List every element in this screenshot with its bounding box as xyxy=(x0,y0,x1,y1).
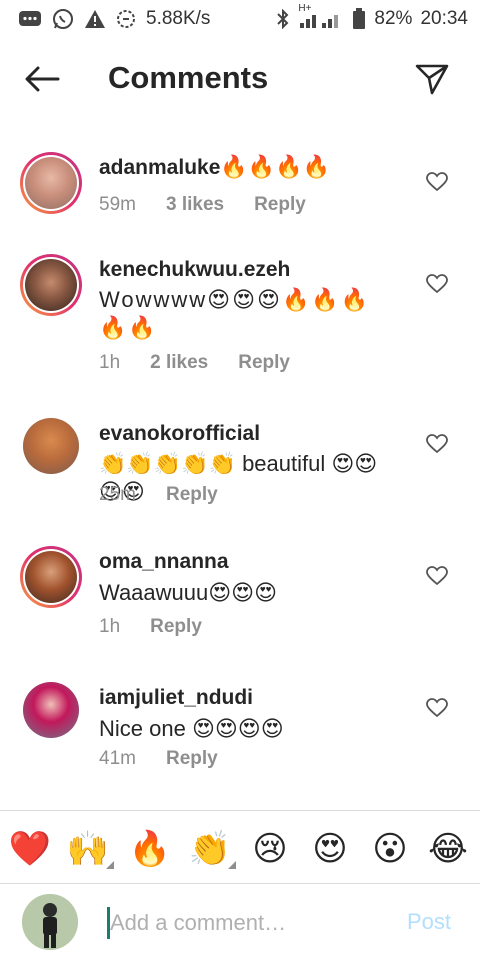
reaction-surprised-button[interactable]: 😮 xyxy=(368,827,412,871)
reaction-laugh-button[interactable]: 😂 xyxy=(426,827,470,871)
reply-button[interactable]: Reply xyxy=(166,484,218,506)
comment-time: 1h xyxy=(99,616,121,637)
clapping-hands-icon: 👏 xyxy=(188,830,232,868)
post-button[interactable]: Post xyxy=(407,909,451,935)
comment-composer: Post xyxy=(0,885,480,960)
comment-text: Wowwww😍😍😍🔥🔥🔥🔥🔥 xyxy=(99,287,371,340)
status-right-icons: H+ 82% 20:34 xyxy=(276,3,468,30)
header: Comments xyxy=(0,48,480,110)
avatar[interactable] xyxy=(20,152,82,214)
person-silhouette-icon xyxy=(22,894,78,950)
raised-hands-icon: 🙌 xyxy=(66,830,110,868)
avatar[interactable] xyxy=(23,418,79,474)
comment-time: 41m xyxy=(99,748,136,769)
comment-meta: 59m 3 likes Reply xyxy=(99,194,336,216)
reply-button[interactable]: Reply xyxy=(166,748,218,770)
bluetooth-icon xyxy=(276,9,290,29)
comment-input[interactable] xyxy=(110,905,390,941)
back-button[interactable] xyxy=(22,62,62,96)
comment-time: 59m xyxy=(99,194,136,215)
reaction-raised-hands-button[interactable]: 🙌 xyxy=(66,827,114,871)
comment-text-block: kenechukwuu.ezeh Wowwww😍😍😍🔥🔥🔥🔥🔥 xyxy=(99,254,389,345)
comment-meta: 1h 2 likes Reply xyxy=(99,352,320,374)
my-avatar xyxy=(22,894,78,950)
signal-icon: H+ xyxy=(298,3,344,29)
paper-plane-icon xyxy=(415,64,449,95)
clock: 20:34 xyxy=(420,8,468,29)
comment-time: 1h xyxy=(99,352,121,373)
like-heart-icon[interactable] xyxy=(426,274,448,294)
comment-meta: 41m Reply xyxy=(99,748,248,770)
page-title: Comments xyxy=(108,60,269,95)
reply-button[interactable]: Reply xyxy=(150,616,202,638)
whatsapp-icon xyxy=(52,8,74,30)
network-type: H+ xyxy=(298,3,312,14)
like-heart-icon[interactable] xyxy=(426,566,448,586)
comment-likes[interactable]: 2 likes xyxy=(150,352,208,374)
battery-level: 82% xyxy=(374,8,413,29)
comment-likes[interactable]: 3 likes xyxy=(166,194,224,216)
comment-text: Waaawuuu😍😍😍 xyxy=(99,580,278,605)
reply-button[interactable]: Reply xyxy=(238,352,290,374)
avatar[interactable] xyxy=(20,254,82,316)
comment-username[interactable]: evanokorofficial xyxy=(99,422,260,445)
reaction-clap-button[interactable]: 👏 xyxy=(188,827,236,871)
message-icon xyxy=(18,9,42,29)
comment-username[interactable]: oma_nnanna xyxy=(99,550,229,573)
comment-username[interactable]: kenechukwuu.ezeh xyxy=(99,258,290,281)
comment-username[interactable]: iamjuliet_ndudi xyxy=(99,686,253,709)
like-heart-icon[interactable] xyxy=(426,172,448,192)
arrow-left-icon xyxy=(25,66,60,92)
comment-username[interactable]: adanmaluke xyxy=(99,156,220,179)
reply-button[interactable]: Reply xyxy=(254,194,306,216)
comment-time: 25m xyxy=(99,484,136,505)
share-button[interactable] xyxy=(412,60,452,98)
status-bar: 5.88K/s H+ 82% 20:34 xyxy=(0,0,480,38)
status-left-icons: 5.88K/s xyxy=(18,8,210,30)
quick-reaction-bar: ❤️ 🙌 🔥 👏 😢 😍 😮 😂 xyxy=(0,810,480,884)
comment-text: Nice one 😍😍😍😍 xyxy=(99,716,284,741)
comment-text-block: oma_nnanna Waaawuuu😍😍😍 xyxy=(99,546,399,610)
like-heart-icon[interactable] xyxy=(426,434,448,454)
avatar[interactable] xyxy=(20,546,82,608)
comment-text: 🔥🔥🔥🔥 xyxy=(220,154,330,179)
comment-text-block: adanmaluke 🔥🔥🔥🔥 xyxy=(99,152,399,184)
warning-icon xyxy=(84,9,106,29)
network-speed: 5.88K/s xyxy=(146,8,211,29)
reaction-heart-button[interactable]: ❤️ xyxy=(8,827,52,871)
data-saver-icon xyxy=(116,9,136,29)
avatar[interactable] xyxy=(23,682,79,738)
comment-meta: 1h Reply xyxy=(99,616,232,638)
reaction-fire-button[interactable]: 🔥 xyxy=(128,827,172,871)
battery-icon xyxy=(352,8,366,30)
reaction-heart-eyes-button[interactable]: 😍 xyxy=(308,827,352,871)
comment-meta: 25m Reply xyxy=(99,484,248,506)
reaction-sad-button[interactable]: 😢 xyxy=(248,827,292,871)
comment-text-block: iamjuliet_ndudi Nice one 😍😍😍😍 xyxy=(99,682,399,746)
like-heart-icon[interactable] xyxy=(426,698,448,718)
